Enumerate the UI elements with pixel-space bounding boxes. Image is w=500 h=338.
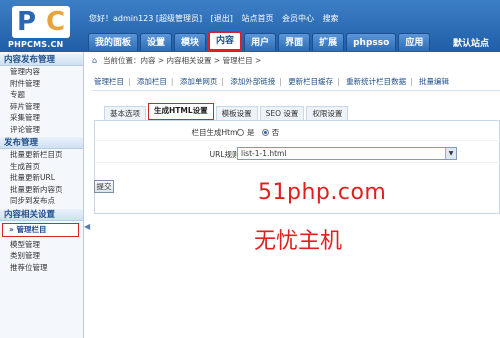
watermark-brand: 无忧主机 [254, 229, 343, 254]
radio-no[interactable] [261, 129, 269, 136]
url-rule-select[interactable]: list-1-1.html ▼ [237, 147, 457, 160]
phpcms-logo: P C PHPCMS.CN [4, 4, 86, 49]
url-rule-label: URL规则： [209, 150, 247, 159]
divider [92, 90, 500, 91]
radio-no-label: 否 [271, 128, 280, 137]
html-generation-row: 栏目生成Html： 是 否 [95, 123, 500, 141]
settings-tabs: 基本选项 生成HTML设置 模板设置 SEO 设置 权限设置 [104, 103, 349, 120]
tab-template[interactable]: 模板设置 [215, 106, 258, 120]
logo-letter-c: C [46, 7, 66, 37]
subnav-manage-categories[interactable]: 管理栏目 [94, 77, 124, 86]
nav-interface[interactable]: 界面 [278, 33, 311, 51]
sidebar-item-manage-content[interactable]: 管理内容 [0, 66, 83, 78]
sidebar-item-label: 管理栏目 [16, 224, 47, 234]
nav-phpsso[interactable]: phpsso [346, 33, 397, 51]
sidebar: 内容发布管理 管理内容 附件管理 专题 碎片管理 采集管理 评论管理 发布管理 … [0, 52, 84, 338]
nav-apps[interactable]: 应用 [398, 33, 431, 51]
url-rule-row: URL规则： list-1-1.html ▼ [95, 145, 500, 163]
radio-yes[interactable] [237, 129, 244, 136]
logo-text: PHPCMS.CN [8, 40, 64, 49]
sidebar-item-generate-home[interactable]: 生成首页 [0, 161, 83, 173]
nav-settings[interactable]: 设置 [140, 33, 173, 51]
sidebar-item-collection[interactable]: 采集管理 [0, 112, 83, 124]
sidebar-item-types[interactable]: 类别管理 [0, 250, 83, 262]
sidebar-item-manage-categories[interactable]: » 管理栏目 [2, 222, 79, 237]
submit-button[interactable]: 提交 [94, 180, 114, 193]
site-home-link[interactable]: 站点首页 [241, 14, 273, 23]
home-icon: ⌂ [92, 56, 98, 65]
sidebar-item-fragments[interactable]: 碎片管理 [0, 101, 83, 113]
url-rule-value: list-1-1.html [241, 149, 287, 158]
watermark-domain: 51php.com [258, 180, 387, 205]
greeting-text: 您好！admin123 [超级管理员] [89, 14, 203, 23]
nav-my-panel[interactable]: 我的面板 [88, 33, 139, 51]
subnav-recount-data[interactable]: 重新统计栏目数据 [346, 77, 406, 86]
main-content: ⌂ 当前位置：内容 > 内容相关设置 > 管理栏目 > 管理栏目 | 添加栏目 | 添… [92, 52, 500, 338]
chevron-down-icon: ▼ [445, 148, 456, 159]
top-links: 您好！admin123 [超级管理员] [退出] 站点首页 会员中心 搜索 [89, 13, 345, 24]
breadcrumb: ⌂ 当前位置：内容 > 内容相关设置 > 管理栏目 > [92, 55, 261, 66]
tab-html-settings[interactable]: 生成HTML设置 [148, 103, 214, 120]
divider: | [279, 77, 282, 86]
top-header: P C PHPCMS.CN 您好！admin123 [超级管理员] [退出] 站… [0, 0, 500, 52]
subnav-add-category[interactable]: 添加栏目 [137, 77, 167, 86]
sidebar-item-positions[interactable]: 推荐位管理 [0, 262, 83, 274]
sidebar-item-update-urls[interactable]: 批量更新URL [0, 172, 83, 184]
nav-users[interactable]: 用户 [244, 33, 277, 51]
radio-yes-label: 是 [247, 128, 255, 137]
sidebar-section-title[interactable]: 发布管理 [0, 137, 83, 149]
sidebar-item-update-content-pages[interactable]: 批量更新内容页 [0, 184, 83, 196]
divider: | [410, 77, 413, 86]
sidebar-item-models[interactable]: 模型管理 [0, 239, 83, 251]
html-generation-label: 栏目生成Html： [191, 128, 247, 137]
divider: | [128, 77, 131, 86]
sidebar-item-attachments[interactable]: 附件管理 [0, 78, 83, 90]
tab-basic[interactable]: 基本选项 [104, 106, 146, 120]
subnav-add-external-link[interactable]: 添加外部链接 [230, 77, 275, 86]
sidebar-section-title[interactable]: 内容相关设置 [0, 208, 83, 221]
sidebar-item-comments[interactable]: 评论管理 [0, 124, 83, 136]
subnav-batch-edit[interactable]: 批量编辑 [419, 77, 449, 86]
nav-extend[interactable]: 扩展 [312, 33, 345, 51]
divider: | [337, 77, 340, 86]
nav-content[interactable]: 内容 [208, 31, 243, 51]
sidebar-section-title[interactable]: 内容发布管理 [0, 54, 83, 66]
sidebar-item-update-category-pages[interactable]: 批量更新栏目页 [0, 149, 83, 161]
logo-letter-p: P [17, 7, 36, 37]
logout-link[interactable]: [退出] [211, 14, 233, 23]
subnav-add-single-page[interactable]: 添加单网页 [180, 77, 218, 86]
breadcrumb-text: 当前位置：内容 > 内容相关设置 > 管理栏目 > [103, 56, 262, 65]
divider: | [170, 77, 174, 86]
sidebar-item-sync-publish-points[interactable]: 同步到发布点 [0, 195, 83, 207]
html-generation-options: 是 否 [237, 127, 279, 138]
search-link[interactable]: 搜索 [323, 14, 339, 23]
tab-permissions[interactable]: 权限设置 [306, 106, 349, 120]
tab-seo[interactable]: SEO 设置 [259, 106, 305, 120]
member-center-link[interactable]: 会员中心 [282, 14, 314, 23]
subnav-update-cache[interactable]: 更新栏目缓存 [288, 77, 333, 86]
sidebar-item-topics[interactable]: 专题 [0, 89, 83, 101]
nav-modules[interactable]: 模块 [174, 33, 207, 51]
site-switch[interactable]: 默认站点 [453, 36, 489, 49]
sub-nav: 管理栏目 | 添加栏目 | 添加单网页 | 添加外部链接 | 更新栏目缓存 | 重新统计栏… [94, 76, 453, 87]
divider: | [221, 77, 224, 86]
main-nav: 我的面板 设置 模块 内容 用户 界面 扩展 phpsso 应用 [88, 31, 431, 52]
collapse-sidebar-icon[interactable]: ◀ [84, 222, 92, 236]
